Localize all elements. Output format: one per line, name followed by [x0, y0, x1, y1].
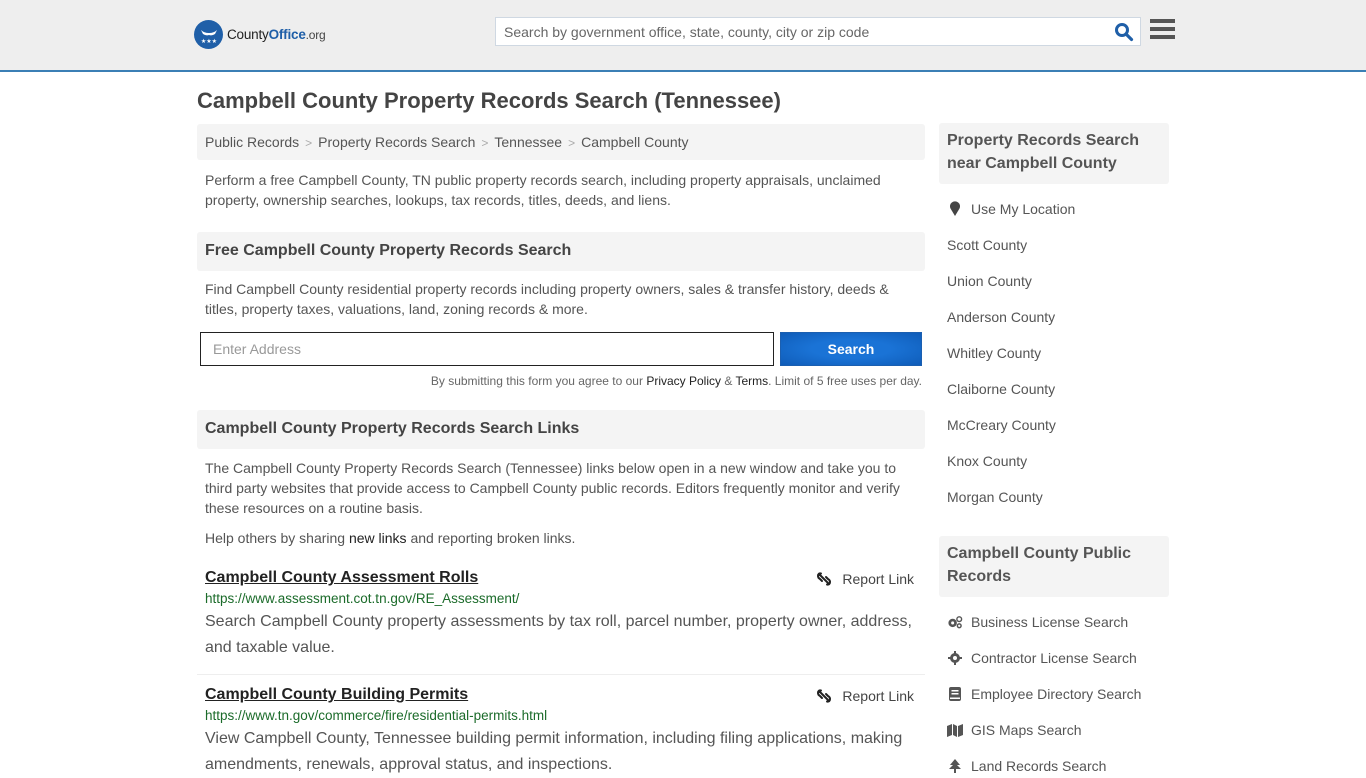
breadcrumb-separator: > — [568, 136, 576, 150]
public-record-link[interactable]: GIS Maps Search — [947, 722, 1082, 738]
link-url: https://www.assessment.cot.tn.gov/RE_Ass… — [205, 591, 520, 606]
nearby-county-label[interactable]: Knox County — [947, 453, 1027, 469]
logo[interactable]: ★★★ CountyOffice.org — [194, 20, 326, 49]
intro-text: Perform a free Campbell County, TN publi… — [205, 172, 881, 208]
nearby-county-link[interactable]: Whitley County — [947, 345, 1041, 361]
breadcrumb: Public Records > Property Records Search > T… — [197, 124, 925, 160]
terms-link[interactable]: Terms — [735, 374, 768, 388]
nearby-county-link[interactable]: Knox County — [947, 453, 1027, 469]
map-marker-icon — [947, 201, 963, 217]
report-link-label: Report Link — [842, 571, 914, 587]
divider — [197, 674, 925, 675]
address-input[interactable] — [201, 333, 773, 365]
address-search-button[interactable]: Search — [780, 332, 922, 366]
disclaimer-limit-text: . Limit of 5 free uses per day. — [768, 374, 922, 388]
public-record-label[interactable]: Contractor License Search — [971, 650, 1137, 666]
nearby-county-link[interactable]: Scott County — [947, 237, 1027, 253]
hamburger-menu-icon[interactable] — [1150, 19, 1175, 43]
nearby-heading: Property Records Search near Campbell Co… — [939, 123, 1169, 184]
breadcrumb-separator: > — [305, 136, 313, 150]
site-header: ★★★ CountyOffice.org — [0, 0, 1366, 72]
nearby-county-label[interactable]: Union County — [947, 273, 1032, 289]
new-links-link[interactable]: new links — [349, 530, 407, 546]
public-record-link[interactable]: Employee Directory Search — [947, 686, 1141, 702]
nearby-county-label[interactable]: Whitley County — [947, 345, 1041, 361]
use-my-location[interactable]: Use My Location — [947, 201, 1075, 217]
site-search — [495, 17, 1141, 46]
public-record-label[interactable]: GIS Maps Search — [971, 722, 1082, 738]
link-entry: Campbell County Building Permits Report … — [205, 686, 917, 778]
help-suffix: and reporting broken links. — [406, 530, 576, 546]
nearby-county-label[interactable]: Morgan County — [947, 489, 1043, 505]
disclaimer-text: By submitting this form you agree to our — [430, 374, 647, 388]
free-search-heading: Free Campbell County Property Records Se… — [197, 232, 925, 271]
link-title[interactable]: Campbell County Building Permits — [205, 686, 468, 704]
nearby-county-link[interactable]: Claiborne County — [947, 381, 1055, 397]
tree-icon — [947, 758, 963, 774]
form-disclaimer: By submitting this form you agree to our… — [205, 374, 922, 388]
broken-link-icon — [817, 572, 832, 586]
privacy-policy-link[interactable]: Privacy Policy — [646, 374, 721, 388]
breadcrumb-separator: > — [481, 136, 489, 150]
nearby-county-link[interactable]: Anderson County — [947, 309, 1055, 325]
gear-icon — [947, 650, 963, 666]
nearby-county-link[interactable]: McCreary County — [947, 417, 1056, 433]
help-prefix: Help others by sharing — [205, 530, 349, 546]
logo-text: CountyOffice.org — [227, 27, 326, 42]
report-link-button[interactable]: Report Link — [816, 571, 914, 587]
links-section-heading: Campbell County Property Records Search … — [197, 410, 925, 449]
link-title[interactable]: Campbell County Assessment Rolls — [205, 569, 478, 587]
report-link-button[interactable]: Report Link — [816, 688, 914, 704]
broken-link-icon — [817, 689, 832, 703]
svg-text:★★★: ★★★ — [200, 38, 216, 45]
links-section-description: The Campbell County Property Records Sea… — [205, 460, 900, 516]
free-search-description: Find Campbell County residential propert… — [205, 281, 889, 317]
nearby-county-label[interactable]: Anderson County — [947, 309, 1055, 325]
site-search-input[interactable] — [496, 18, 1140, 45]
breadcrumb-property-records-search[interactable]: Property Records Search — [318, 134, 475, 150]
use-my-location-link[interactable]: Use My Location — [971, 201, 1075, 217]
public-record-link[interactable]: Contractor License Search — [947, 650, 1137, 666]
breadcrumb-public-records[interactable]: Public Records — [205, 134, 299, 150]
public-records-heading: Campbell County Public Records — [939, 536, 1169, 597]
link-description: View Campbell County, Tennessee building… — [205, 730, 903, 773]
eagle-stars-logo-icon: ★★★ — [194, 20, 223, 49]
cogs-icon — [947, 614, 963, 630]
nearby-county-label[interactable]: Scott County — [947, 237, 1027, 253]
public-record-label[interactable]: Business License Search — [971, 614, 1128, 630]
book-icon — [947, 686, 963, 702]
page-title: Campbell County Property Records Search … — [197, 88, 781, 113]
search-icon[interactable] — [1114, 22, 1134, 42]
nearby-county-link[interactable]: Morgan County — [947, 489, 1043, 505]
link-entry: Campbell County Assessment Rolls Report … — [205, 569, 917, 661]
report-link-label: Report Link — [842, 688, 914, 704]
link-url: https://www.tn.gov/commerce/fire/residen… — [205, 708, 548, 723]
breadcrumb-tennessee[interactable]: Tennessee — [494, 134, 562, 150]
disclaimer-amp: & — [721, 374, 736, 388]
public-record-label[interactable]: Employee Directory Search — [971, 686, 1141, 702]
address-field — [200, 332, 774, 366]
public-record-label[interactable]: Land Records Search — [971, 758, 1106, 774]
public-record-link[interactable]: Business License Search — [947, 614, 1128, 630]
nearby-county-label[interactable]: Claiborne County — [947, 381, 1055, 397]
breadcrumb-campbell-county[interactable]: Campbell County — [581, 134, 688, 150]
nearby-county-link[interactable]: Union County — [947, 273, 1032, 289]
map-icon — [947, 722, 963, 738]
public-record-link[interactable]: Land Records Search — [947, 758, 1106, 774]
help-text: Help others by sharing new links and rep… — [205, 528, 917, 548]
link-description: Search Campbell County property assessme… — [205, 613, 912, 656]
nearby-county-label[interactable]: McCreary County — [947, 417, 1056, 433]
